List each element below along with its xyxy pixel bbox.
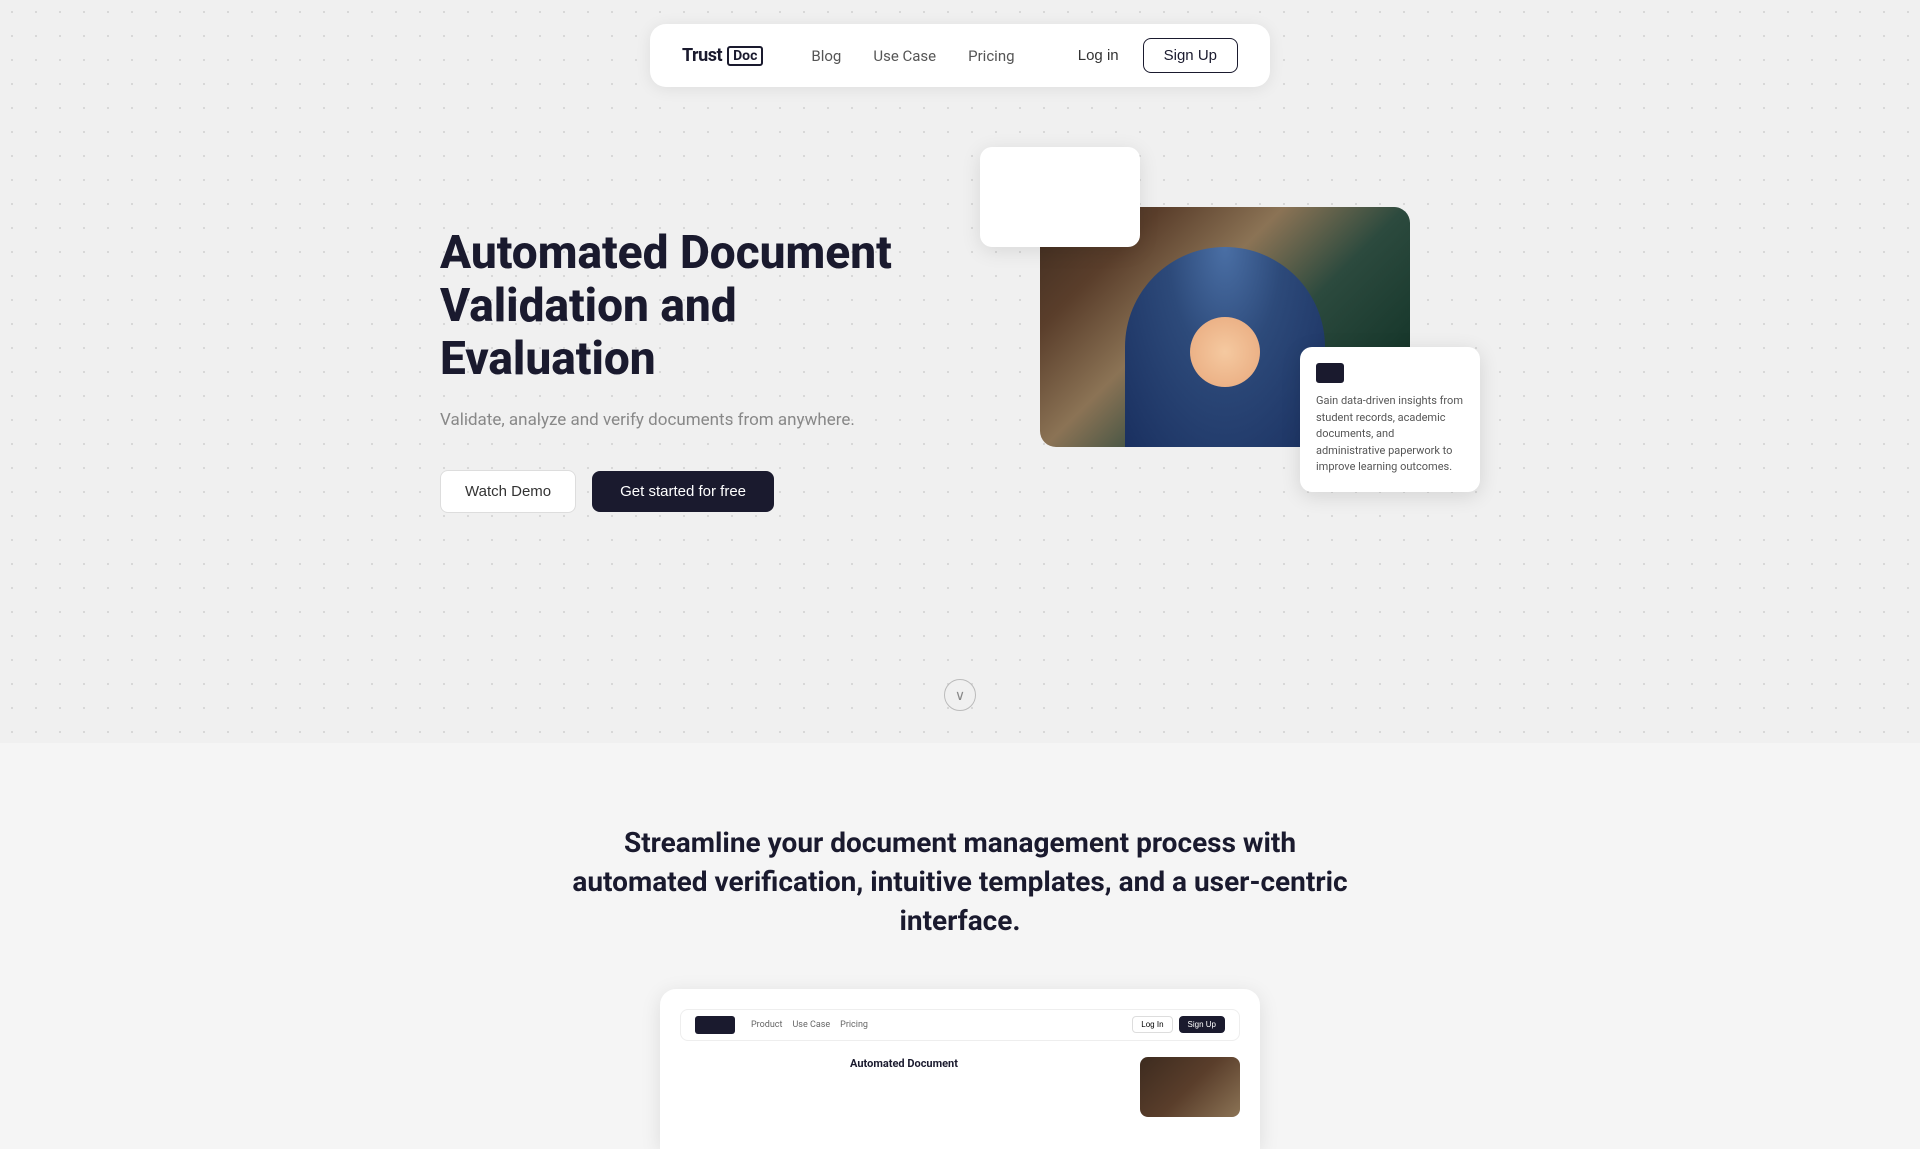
watch-demo-button[interactable]: Watch Demo bbox=[440, 470, 576, 513]
navbar: Trust Doc Blog Use Case Pricing Log in S… bbox=[650, 24, 1270, 87]
mini-logo bbox=[695, 1016, 735, 1034]
get-started-button[interactable]: Get started for free bbox=[592, 471, 774, 512]
mini-nav-product: Product bbox=[751, 1020, 782, 1030]
logo-trust: Trust bbox=[682, 45, 722, 66]
logo-doc: Doc bbox=[727, 46, 763, 66]
nav-link-pricing[interactable]: Pricing bbox=[968, 47, 1014, 65]
logo[interactable]: Trust Doc bbox=[682, 45, 763, 66]
mini-hero-text: Automated Document bbox=[680, 1057, 1128, 1078]
mini-hero-title: Automated Document bbox=[680, 1057, 1128, 1070]
signup-button[interactable]: Sign Up bbox=[1143, 38, 1238, 73]
hero-buttons: Watch Demo Get started for free bbox=[440, 470, 920, 513]
hero-section: Automated Document Validation and Evalua… bbox=[360, 87, 1560, 627]
section-2-title: Streamline your document management proc… bbox=[570, 823, 1350, 941]
section-2: Streamline your document management proc… bbox=[0, 743, 1920, 1149]
card-description: Gain data-driven insights from student r… bbox=[1316, 393, 1464, 476]
mini-nav-actions: Log In Sign Up bbox=[1132, 1016, 1225, 1033]
floating-card-bottom: Gain data-driven insights from student r… bbox=[1300, 347, 1480, 492]
mini-hero-image bbox=[1140, 1057, 1240, 1117]
nav-actions: Log in Sign Up bbox=[1070, 38, 1238, 73]
card-logo-area bbox=[1316, 363, 1464, 383]
scroll-down-button[interactable] bbox=[944, 679, 976, 711]
mini-login-button[interactable]: Log In bbox=[1132, 1016, 1172, 1033]
navbar-wrapper: Trust Doc Blog Use Case Pricing Log in S… bbox=[0, 0, 1920, 87]
mini-signup-button[interactable]: Sign Up bbox=[1179, 1016, 1225, 1033]
scroll-indicator bbox=[0, 647, 1920, 743]
mini-nav-links: Product Use Case Pricing bbox=[751, 1020, 868, 1030]
hero-title: Automated Document Validation and Evalua… bbox=[440, 227, 920, 386]
hero-right: Gain data-driven insights from student r… bbox=[980, 147, 1480, 627]
card-logo-icon bbox=[1316, 363, 1344, 383]
screenshot-preview: Product Use Case Pricing Log In Sign Up … bbox=[660, 989, 1260, 1149]
floating-card-top bbox=[980, 147, 1140, 247]
nav-link-usecase[interactable]: Use Case bbox=[873, 47, 936, 65]
nav-links: Blog Use Case Pricing bbox=[811, 47, 1014, 65]
hero-left: Automated Document Validation and Evalua… bbox=[440, 147, 920, 513]
login-button[interactable]: Log in bbox=[1070, 41, 1127, 70]
hero-subtitle: Validate, analyze and verify documents f… bbox=[440, 410, 920, 430]
mini-navbar: Product Use Case Pricing Log In Sign Up bbox=[680, 1009, 1240, 1041]
mini-hero-content: Automated Document bbox=[680, 1057, 1240, 1117]
mini-nav-usecase: Use Case bbox=[792, 1020, 830, 1030]
mini-nav-pricing: Pricing bbox=[840, 1020, 868, 1030]
nav-link-blog[interactable]: Blog bbox=[811, 47, 841, 65]
